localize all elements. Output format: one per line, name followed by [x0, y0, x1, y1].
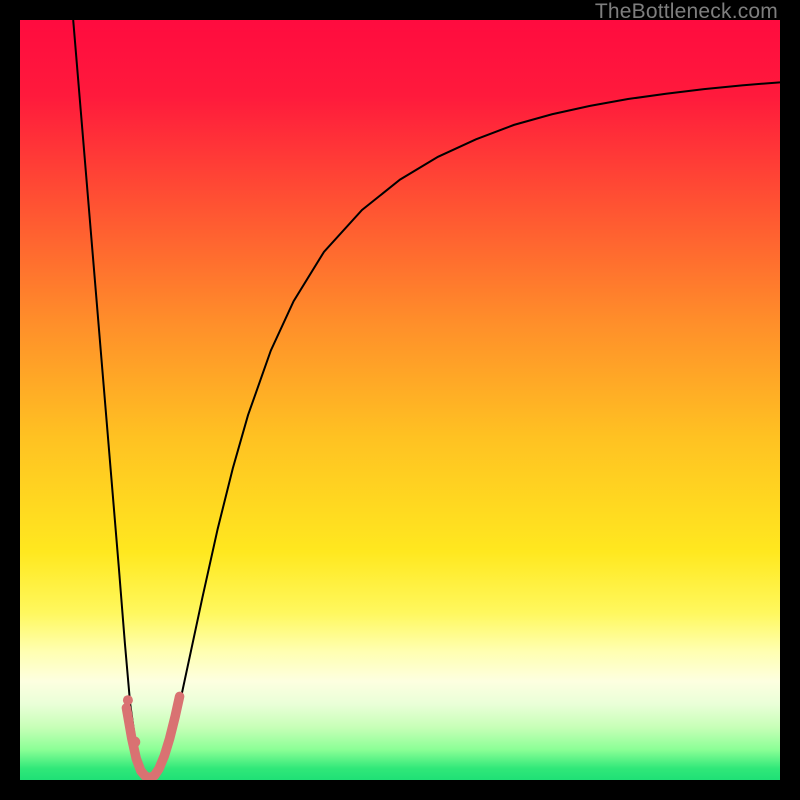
- red-dot-upper: [123, 695, 133, 705]
- plot-area: [20, 20, 780, 780]
- chart-frame: TheBottleneck.com: [0, 0, 800, 800]
- black-curve-right: [149, 82, 780, 778]
- watermark-text: TheBottleneck.com: [595, 0, 778, 24]
- curves-layer: [20, 20, 780, 780]
- black-curve-left: [73, 20, 149, 778]
- red-dot-lower: [129, 737, 140, 748]
